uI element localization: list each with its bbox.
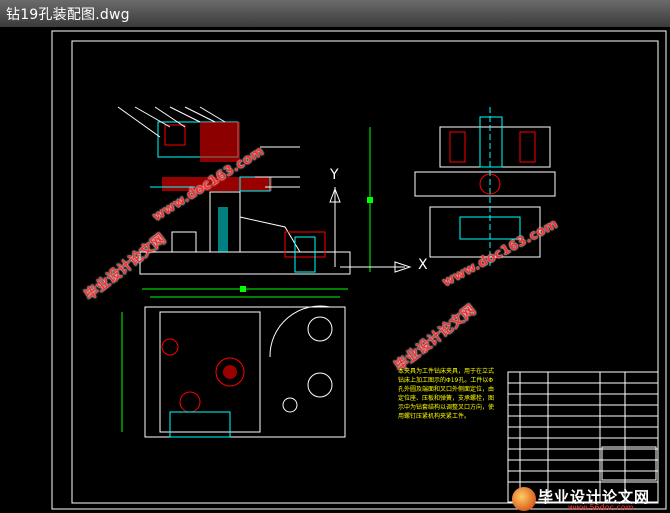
side-top — [439, 126, 551, 168]
side-bolt-left — [449, 131, 466, 163]
side-bolt-right — [519, 131, 536, 163]
top-hole-3 — [282, 397, 298, 413]
top-hole-1 — [161, 338, 179, 356]
base-plate — [139, 251, 351, 275]
axis-x-label: X — [418, 257, 428, 273]
outer-frame — [51, 30, 667, 510]
drawing-svg — [51, 30, 667, 510]
clamp-block — [284, 231, 326, 258]
top-hole-2 — [179, 391, 201, 413]
top-boss-2 — [307, 372, 333, 398]
post-core — [218, 207, 228, 252]
leader-6 — [199, 106, 226, 123]
top-bore-core — [223, 365, 237, 379]
top-base — [144, 306, 346, 438]
leader-2 — [134, 106, 171, 128]
title-cell-name — [601, 446, 657, 481]
cad-window: 钻19孔装配图.dwg Y X 本夹具为工件钻床夹具，用于在立式钻床上加工图示的… — [0, 0, 670, 513]
top-arc — [269, 305, 331, 358]
leader-5 — [184, 106, 216, 123]
leader-3 — [154, 106, 186, 128]
leader-1 — [117, 106, 161, 138]
clamp-stud — [294, 236, 316, 273]
top-clamp — [169, 411, 231, 438]
top-boss-1 — [307, 316, 333, 342]
dim-mark-right — [367, 197, 373, 203]
top-view — [121, 296, 346, 438]
top-body — [159, 311, 261, 433]
logo-emblem-icon — [512, 487, 536, 511]
clamp-screw — [164, 124, 186, 146]
title-block — [507, 371, 659, 503]
axis-y-label: Y — [330, 167, 339, 183]
front-view — [117, 106, 412, 292]
technical-notes: 本夹具为工件钻床夹具，用于在立式钻床上加工图示的Φ19孔。工件以Φ孔外圆及端面和… — [398, 368, 495, 420]
locator — [171, 231, 197, 253]
title-bar[interactable]: 钻19孔装配图.dwg — [0, 0, 670, 28]
side-bushing — [479, 116, 503, 168]
window-title: 钻19孔装配图.dwg — [6, 7, 130, 23]
bushing-section — [200, 122, 240, 162]
dim-mark-bottom — [240, 286, 246, 292]
logo-url-text: www.56doc.com — [568, 503, 634, 512]
drawing-canvas[interactable]: Y X 本夹具为工件钻床夹具，用于在立式钻床上加工图示的Φ19孔。工件以Φ孔外圆… — [0, 27, 670, 513]
clamp-arm — [239, 216, 301, 253]
site-logo: 毕业设计论文网 www.56doc.com — [510, 486, 670, 513]
